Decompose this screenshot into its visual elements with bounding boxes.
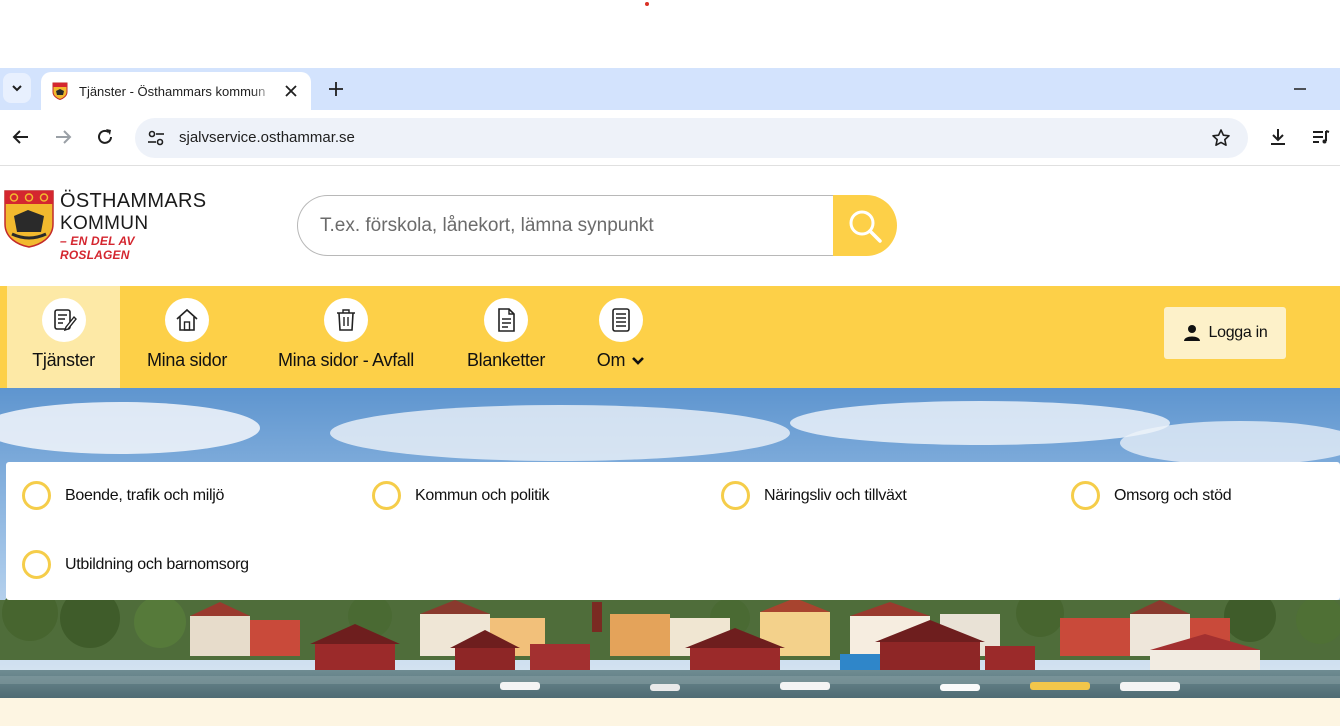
- logo-text-osthammars: ÖSTHAMMARS: [60, 190, 207, 212]
- nav-item-tjanster[interactable]: Tjänster: [7, 286, 120, 388]
- coat-of-arms-icon: [4, 190, 54, 248]
- url-text: sjalvservice.osthammar.se: [179, 129, 355, 146]
- circle-icon: [721, 481, 750, 510]
- category-naringsliv-tillvaxt[interactable]: Näringsliv och tillväxt: [721, 481, 907, 510]
- login-button[interactable]: Logga in: [1164, 307, 1286, 359]
- forward-arrow-icon[interactable]: [50, 124, 76, 150]
- home-icon: [165, 298, 209, 342]
- main-navigation: Tjänster Mina sidor Mina sidor - Avfall …: [0, 286, 1340, 388]
- category-label: Boende, trafik och miljö: [65, 486, 225, 504]
- tab-title: Tjänster - Östhammars kommun: [79, 83, 266, 99]
- hero-banner: Boende, trafik och miljö Kommun och poli…: [0, 388, 1340, 698]
- search-input[interactable]: [297, 195, 842, 256]
- search-button[interactable]: [833, 195, 897, 256]
- nav-label: Mina sidor: [146, 350, 228, 370]
- tab-list-icon[interactable]: [3, 73, 31, 103]
- plus-icon[interactable]: [323, 76, 349, 102]
- download-icon[interactable]: [1265, 124, 1291, 150]
- circle-icon: [372, 481, 401, 510]
- chevron-down-icon: [632, 356, 645, 365]
- browser-toolbar: sjalvservice.osthammar.se: [0, 110, 1340, 166]
- list-document-icon: [599, 298, 643, 342]
- category-panel: Boende, trafik och miljö Kommun och poli…: [6, 462, 1340, 600]
- site-settings-icon[interactable]: [145, 127, 167, 149]
- nav-item-mina-sidor-avfall[interactable]: Mina sidor - Avfall: [272, 286, 420, 388]
- user-icon: [1183, 325, 1200, 341]
- site-search: [297, 195, 897, 256]
- circle-icon: [22, 550, 51, 579]
- category-boende-trafik-miljo[interactable]: Boende, trafik och miljö: [22, 481, 224, 510]
- circle-icon: [1071, 481, 1100, 510]
- browser-tab-strip: Tjänster - Östhammars kommun: [0, 68, 1340, 110]
- category-label: Utbildning och barnomsorg: [65, 555, 249, 573]
- nav-label: Om: [597, 350, 645, 371]
- nav-item-blanketter[interactable]: Blanketter: [461, 286, 551, 388]
- page: Tjänster - Östhammars kommun sjalvservic…: [0, 0, 1340, 726]
- nav-label: Tjänster: [32, 350, 95, 370]
- back-arrow-icon[interactable]: [8, 124, 34, 150]
- logo-text-kommun: KOMMUN: [60, 213, 149, 234]
- trash-bin-icon: [324, 298, 368, 342]
- reload-icon[interactable]: [92, 124, 118, 150]
- circle-icon: [22, 481, 51, 510]
- logo-tagline: – EN DEL AV ROSLAGEN: [60, 234, 135, 262]
- login-label: Logga in: [1208, 324, 1268, 341]
- address-bar[interactable]: sjalvservice.osthammar.se: [135, 118, 1248, 158]
- category-label: Omsorg och stöd: [1114, 486, 1232, 504]
- browser-tab-active[interactable]: Tjänster - Östhammars kommun: [41, 72, 311, 110]
- category-label: Kommun och politik: [415, 486, 550, 504]
- favicon-icon: [52, 82, 68, 100]
- recording-indicator: [645, 2, 649, 6]
- close-icon[interactable]: [281, 81, 301, 101]
- nav-item-om[interactable]: Om: [590, 286, 652, 388]
- minimize-icon[interactable]: [1290, 80, 1310, 98]
- category-label: Näringsliv och tillväxt: [764, 486, 907, 504]
- category-kommun-politik[interactable]: Kommun och politik: [372, 481, 550, 510]
- nav-label-text: Om: [596, 350, 626, 370]
- nav-item-mina-sidor[interactable]: Mina sidor: [140, 286, 234, 388]
- content-area-top: [0, 698, 1340, 726]
- edit-document-icon: [41, 298, 86, 342]
- category-omsorg-stod[interactable]: Omsorg och stöd: [1071, 481, 1232, 510]
- document-icon: [484, 298, 528, 342]
- category-utbildning-barnomsorg[interactable]: Utbildning och barnomsorg: [22, 550, 249, 579]
- nav-label: Blanketter: [466, 350, 546, 370]
- nav-label: Mina sidor - Avfall: [277, 350, 415, 370]
- media-queue-icon[interactable]: [1308, 124, 1334, 150]
- search-icon: [849, 210, 882, 243]
- star-icon[interactable]: [1210, 127, 1232, 149]
- site-logo[interactable]: ÖSTHAMMARS KOMMUN – EN DEL AV ROSLAGEN: [4, 190, 207, 262]
